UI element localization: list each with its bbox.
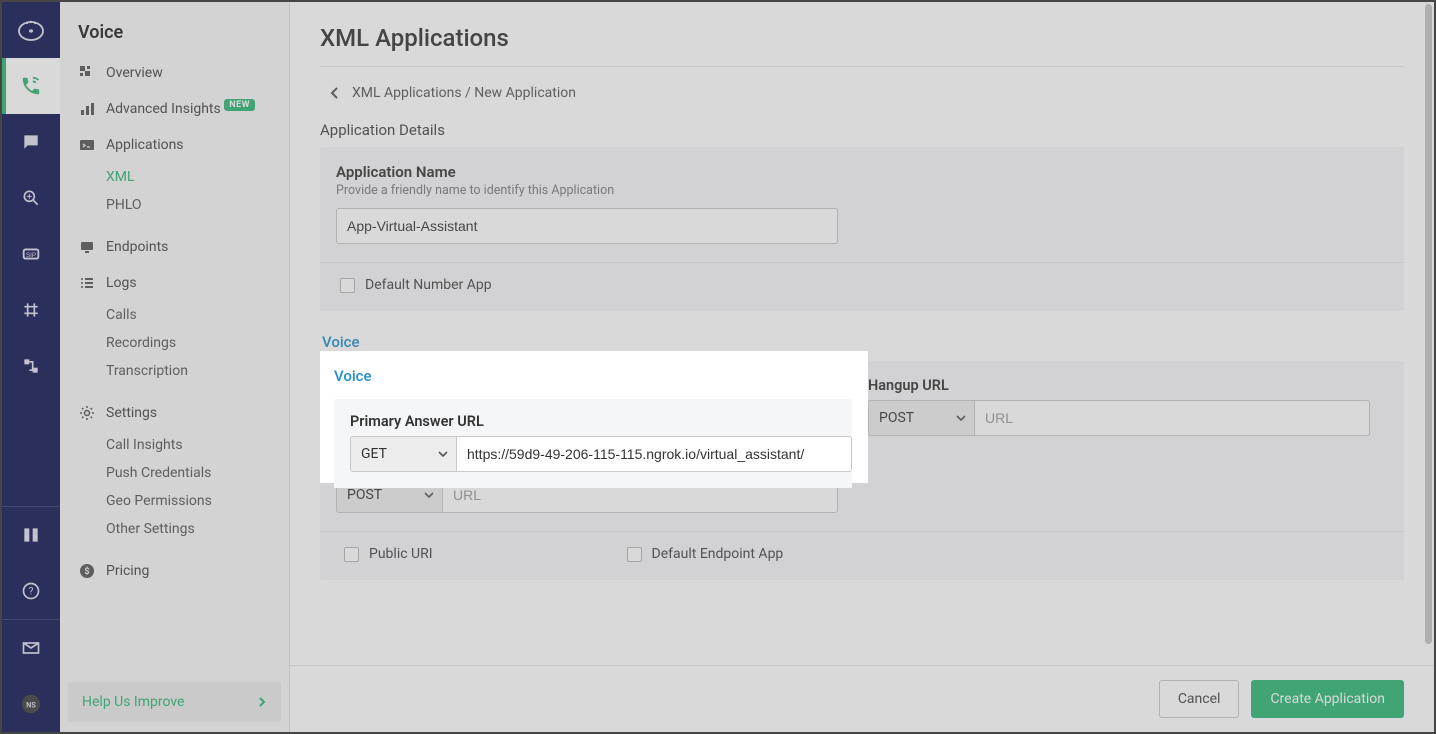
default-endpoint-app-checkbox[interactable]: Default Endpoint App (623, 546, 784, 562)
chevron-right-icon (257, 697, 267, 707)
app-name-label: Application Name (336, 163, 1388, 181)
section-application-details: Application Details (320, 121, 1404, 139)
chevron-down-icon (424, 413, 434, 423)
application-details-card: Application Name Provide a friendly name… (320, 147, 1404, 311)
svg-text:$: $ (84, 566, 89, 577)
checkbox-icon (344, 547, 359, 562)
sidebar-item-label: Settings (106, 405, 271, 421)
rail-flow-icon[interactable] (2, 338, 60, 394)
dollar-icon: $ (78, 562, 96, 580)
checkbox-label: Public URI (369, 546, 433, 562)
rail-account-icon[interactable]: NS (2, 676, 60, 732)
terminal-icon (78, 136, 96, 154)
cancel-button[interactable]: Cancel (1159, 680, 1240, 718)
gear-icon (78, 404, 96, 422)
app-name-hint: Provide a friendly name to identify this… (336, 183, 1388, 198)
sidebar-item-label: Applications (106, 137, 271, 153)
application-name-input[interactable] (336, 208, 838, 244)
primary-answer-url-label: Primary Answer URL (336, 377, 838, 394)
chevron-down-icon (424, 490, 434, 500)
svg-text:SIP: SIP (26, 252, 36, 259)
list-icon (78, 274, 96, 292)
fallback-method-select[interactable]: POST (336, 477, 442, 513)
sidebar-subitem-recordings[interactable]: Recordings (60, 329, 289, 357)
sidebar-item-pricing[interactable]: $ Pricing (60, 553, 289, 589)
rail-docs-icon[interactable] (2, 507, 60, 563)
back-chevron-icon[interactable] (330, 87, 340, 99)
sidebar-subitem-push-credentials[interactable]: Push Credentials (60, 459, 289, 487)
scrollbar-thumb[interactable] (1425, 4, 1432, 644)
sidebar-title: Voice (60, 2, 289, 55)
breadcrumb-text: XML Applications / New Application (352, 85, 576, 101)
rail-messaging-icon[interactable] (2, 114, 60, 170)
help-us-improve-button[interactable]: Help Us Improve (68, 682, 281, 722)
rail-lookup-icon[interactable] (2, 170, 60, 226)
sidebar-subitem-xml[interactable]: XML (60, 163, 289, 191)
sidebar-subitem-geo-permissions[interactable]: Geo Permissions (60, 487, 289, 515)
method-value: POST (347, 487, 382, 503)
main-content: XML Applications XML Applications / New … (290, 2, 1434, 732)
voice-section-title: Voice (322, 333, 1404, 351)
checkbox-icon (627, 547, 642, 562)
rail-mail-icon[interactable] (2, 620, 60, 676)
brand-logo-icon[interactable] (2, 2, 60, 58)
default-number-app-checkbox[interactable]: Default Number App (336, 277, 1388, 293)
create-application-button[interactable]: Create Application (1251, 680, 1404, 718)
method-value: POST (879, 410, 914, 426)
sidebar-item-settings[interactable]: Settings (60, 395, 289, 431)
checkbox-label: Default Number App (365, 277, 492, 293)
rail-help-icon[interactable]: ? (2, 563, 60, 619)
new-badge: NEW (224, 99, 255, 111)
icon-rail: SIP ? NS (2, 2, 60, 732)
breadcrumb: XML Applications / New Application (320, 67, 1404, 119)
sidebar-item-label: Logs (106, 275, 271, 291)
primary-url-input[interactable] (442, 400, 838, 436)
hangup-url-input[interactable] (974, 400, 1370, 436)
sidebar-item-logs[interactable]: Logs (60, 265, 289, 301)
help-improve-label: Help Us Improve (82, 694, 184, 710)
primary-method-select[interactable]: GET (336, 400, 442, 436)
dashboard-icon (78, 64, 96, 82)
sidebar-subitem-call-insights[interactable]: Call Insights (60, 431, 289, 459)
sidebar-item-label: Advanced Insights NEW (106, 101, 271, 117)
sidebar-subitem-other-settings[interactable]: Other Settings (60, 515, 289, 543)
fallback-url-label: Fallback Answer URL (336, 454, 1388, 471)
rail-numbers-icon[interactable] (2, 282, 60, 338)
sidebar-subitem-phlo[interactable]: PHLO (60, 191, 289, 219)
fallback-url-input[interactable] (442, 477, 838, 513)
sidebar-item-endpoints[interactable]: Endpoints (60, 229, 289, 265)
chevron-down-icon (956, 413, 966, 423)
footer-actions: Cancel Create Application (290, 665, 1434, 732)
svg-text:NS: NS (26, 701, 36, 710)
method-value: GET (347, 410, 373, 426)
public-uri-checkbox[interactable]: Public URI (340, 546, 433, 562)
sidebar-item-advanced-insights[interactable]: Advanced Insights NEW (60, 91, 289, 127)
checkbox-icon (340, 278, 355, 293)
checkbox-label: Default Endpoint App (652, 546, 784, 562)
sidebar-subitem-transcription[interactable]: Transcription (60, 357, 289, 385)
hangup-url-label: Hangup URL (868, 377, 1370, 394)
sidebar: Voice Overview Advanced Insights NEW App… (60, 2, 290, 732)
sidebar-item-label: Pricing (106, 563, 271, 579)
rail-voice-icon[interactable] (2, 58, 60, 114)
sidebar-item-applications[interactable]: Applications (60, 127, 289, 163)
sidebar-item-label: Endpoints (106, 239, 271, 255)
svg-text:?: ? (29, 586, 34, 597)
bar-chart-icon (78, 100, 96, 118)
sidebar-item-overview[interactable]: Overview (60, 55, 289, 91)
sidebar-subitem-calls[interactable]: Calls (60, 301, 289, 329)
sidebar-item-label: Overview (106, 65, 271, 81)
page-title: XML Applications (320, 24, 1404, 67)
rail-sip-icon[interactable]: SIP (2, 226, 60, 282)
hangup-method-select[interactable]: POST (868, 400, 974, 436)
voice-card: Primary Answer URL GET Hangup URL (320, 361, 1404, 580)
endpoint-icon (78, 238, 96, 256)
